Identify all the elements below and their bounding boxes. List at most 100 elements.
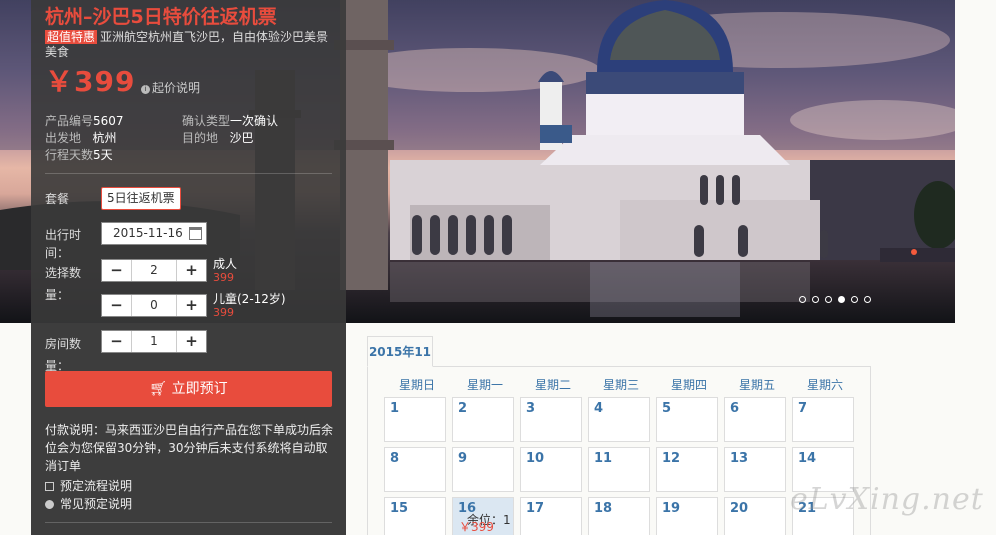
day-number: 12 [662, 451, 681, 466]
child-plus-button[interactable]: + [177, 295, 206, 316]
product-price: ￥399 [45, 65, 136, 98]
calendar-day[interactable]: 7 [792, 397, 854, 442]
day-price: ￥399 [459, 520, 494, 534]
price-note-link[interactable]: i 起价说明 [141, 79, 200, 96]
calendar-day[interactable]: 20 [724, 497, 786, 535]
child-price: 399 [213, 306, 234, 319]
calendar-day[interactable]: 11 [588, 447, 650, 492]
destination: 目的地 沙巴 [182, 129, 253, 146]
child-stepper: − 0 + [101, 294, 207, 317]
day-number: 10 [526, 451, 545, 466]
cart-icon: 🛒︎ [149, 381, 168, 397]
calendar-day[interactable]: 2 [452, 397, 514, 442]
weekday-header: 星期四 [670, 378, 707, 392]
carousel-dots [799, 296, 871, 303]
child-minus-button[interactable]: − [102, 295, 131, 316]
calendar-month-tab[interactable]: 2015年11 [367, 336, 433, 367]
calendar-day[interactable]: 18 [588, 497, 650, 535]
carousel-dot-active[interactable] [838, 296, 845, 303]
calendar-day[interactable]: 5 [656, 397, 718, 442]
confirm-value: 一次确认 [230, 114, 279, 128]
weekday-header: 星期日 [398, 378, 435, 392]
weekday-header: 星期五 [738, 378, 775, 392]
payment-note: 付款说明：马来西亚沙巴自由行产品在您下单成功后余位会为您保留30分钟，30分钟后… [45, 423, 334, 473]
calendar-day[interactable]: 8 [384, 447, 446, 492]
rooms-minus-button[interactable]: − [102, 331, 131, 352]
child-count[interactable]: 0 [131, 295, 177, 316]
product-code: 产品编号5607 [45, 112, 124, 129]
adult-price: 399 [213, 271, 234, 284]
weekday-header: 星期六 [806, 378, 843, 392]
calendar-day[interactable]: 17 [520, 497, 582, 535]
days-label: 行程天数 [45, 148, 94, 162]
faq-link-label: 常见预定说明 [60, 497, 133, 511]
from-label: 出发地 [45, 131, 82, 145]
calendar-day[interactable]: 4 [588, 397, 650, 442]
calendar-day[interactable]: 19 [656, 497, 718, 535]
quantity-label: 选择数量： [45, 266, 82, 302]
adult-minus-button[interactable]: − [102, 260, 131, 281]
to-value: 沙巴 [229, 131, 254, 145]
day-number: 3 [526, 401, 536, 416]
calendar-day[interactable]: 13 [724, 447, 786, 492]
confirm-type: 确认类型一次确认 [182, 112, 278, 129]
calendar-day[interactable]: 10 [520, 447, 582, 492]
day-number: 8 [390, 451, 400, 466]
rooms-stepper: − 1 + [101, 330, 207, 353]
product-title: 杭州–沙巴5日特价往返机票 [45, 6, 277, 28]
trip-days: 行程天数5天 [45, 146, 113, 163]
booking-panel: 杭州–沙巴5日特价往返机票 超值特惠 亚洲航空杭州直飞沙巴，自由体验沙巴美景美食 … [31, 0, 346, 535]
rooms-count[interactable]: 1 [131, 331, 177, 352]
day-number: 2 [458, 401, 468, 416]
to-label: 目的地 [182, 131, 219, 145]
info-icon: i [141, 85, 150, 94]
calendar-day[interactable]: 6 [724, 397, 786, 442]
code-value: 5607 [93, 114, 124, 128]
day-number: 9 [458, 451, 468, 466]
weekday-header: 星期二 [534, 378, 571, 392]
date-input[interactable]: 2015-11-16 [101, 222, 207, 245]
divider [45, 173, 332, 174]
carousel-dot[interactable] [864, 296, 871, 303]
carousel-dot[interactable] [851, 296, 858, 303]
calendar-day[interactable]: 3 [520, 397, 582, 442]
divider [45, 522, 332, 523]
day-number: 13 [730, 451, 749, 466]
carousel-dot[interactable] [799, 296, 806, 303]
price-note-label: 起价说明 [152, 81, 201, 95]
package-label: 套餐 [45, 192, 70, 206]
process-link[interactable]: 预定流程说明 [45, 477, 132, 494]
book-now-button[interactable]: 🛒︎ 立即预订 [45, 371, 332, 407]
rooms-plus-button[interactable]: + [177, 331, 206, 352]
day-number: 15 [390, 501, 409, 516]
code-label: 产品编号 [45, 114, 94, 128]
faq-link[interactable]: 常见预定说明 [45, 495, 132, 512]
departure: 出发地 杭州 [45, 129, 116, 146]
calendar-day[interactable]: 1 [384, 397, 446, 442]
child-label: 儿童(2-12岁) [213, 292, 286, 306]
calendar-day[interactable]: 15 [384, 497, 446, 535]
adult-info: 成人 399 [213, 258, 237, 285]
adult-plus-button[interactable]: + [177, 260, 206, 281]
calendar-day-selected[interactable]: 16 余位：1 ￥399 [452, 497, 514, 535]
confirm-label: 确认类型 [182, 114, 231, 128]
calendar-day[interactable]: 12 [656, 447, 718, 492]
adult-count[interactable]: 2 [131, 260, 177, 281]
carousel-dot[interactable] [812, 296, 819, 303]
day-number: 5 [662, 401, 672, 416]
package-option[interactable]: 5日往返机票 [101, 187, 181, 210]
day-number: 19 [662, 501, 681, 516]
process-link-label: 预定流程说明 [60, 479, 133, 493]
from-value: 杭州 [92, 131, 117, 145]
day-number: 1 [390, 401, 400, 416]
day-number: 14 [798, 451, 817, 466]
calendar-icon[interactable] [189, 227, 202, 240]
calendar-day[interactable]: 9 [452, 447, 514, 492]
child-info: 儿童(2-12岁) 399 [213, 292, 286, 320]
carousel-dot[interactable] [825, 296, 832, 303]
day-number: 17 [526, 501, 545, 516]
document-icon [45, 482, 54, 491]
deal-badge: 超值特惠 [45, 30, 98, 44]
site-watermark: eLvXing.net [790, 482, 984, 517]
adult-stepper: − 2 + [101, 259, 207, 282]
